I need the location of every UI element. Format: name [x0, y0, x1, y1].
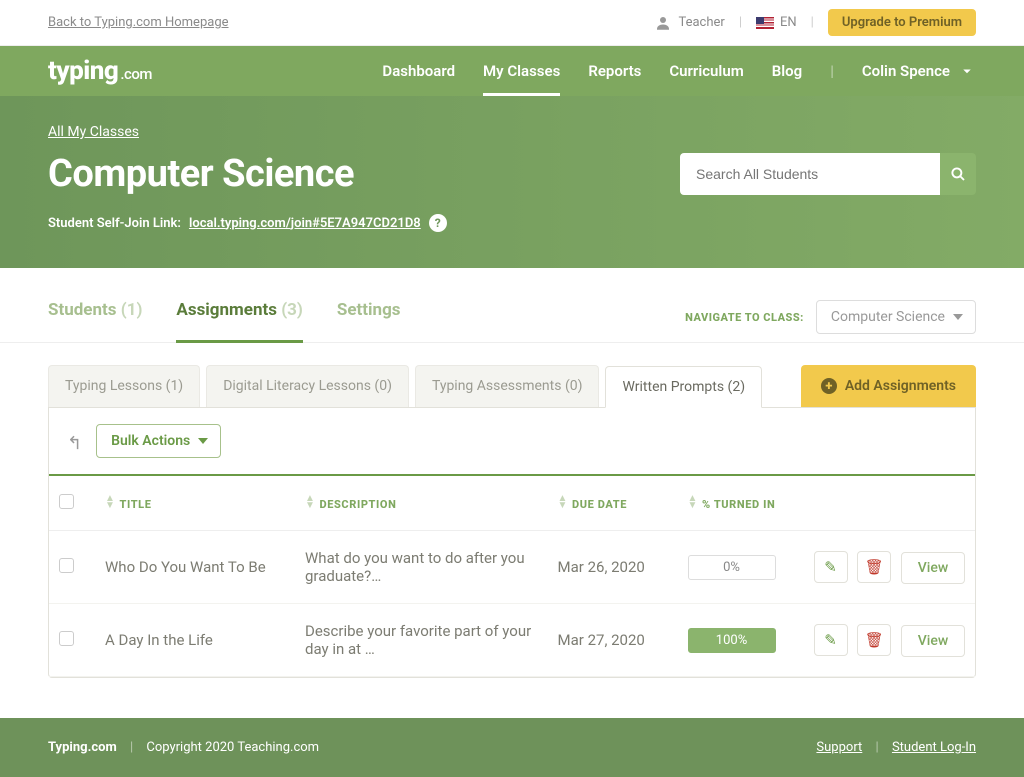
assignments-table: ▲▼TITLE ▲▼DESCRIPTION ▲▼DUE DATE ▲▼% TUR… [49, 474, 975, 677]
student-search [680, 153, 976, 195]
caret-down-icon [958, 62, 976, 80]
row-desc: What do you want to do after you graduat… [295, 531, 548, 604]
edit-button[interactable]: ✎ [814, 624, 848, 656]
col-desc[interactable]: DESCRIPTION [320, 498, 397, 511]
tab-count: (1) [121, 300, 143, 320]
language-switch[interactable]: EN [756, 15, 797, 30]
trash-icon: 🗑 [865, 631, 884, 649]
footer-brand: Typing.com [48, 740, 117, 755]
teacher-label[interactable]: Teacher [654, 14, 724, 32]
sort-icon[interactable]: ▲▼ [105, 495, 116, 509]
section-tabs: Students (1) Assignments (3) Settings NA… [0, 268, 1024, 343]
tab-label: Students [48, 300, 117, 320]
sep-icon: | [130, 740, 133, 755]
plus-icon: + [821, 378, 837, 394]
footer-login-link[interactable]: Student Log-In [892, 740, 976, 755]
tab-count: (3) [281, 300, 303, 320]
subtab-typing-assessments[interactable]: Typing Assessments (0) [415, 365, 600, 407]
join-label: Student Self-Join Link: [48, 216, 181, 231]
search-button[interactable] [940, 153, 976, 195]
nav-dashboard[interactable]: Dashboard [382, 46, 455, 96]
subtab-digital-literacy[interactable]: Digital Literacy Lessons (0) [206, 365, 409, 407]
view-button[interactable]: View [901, 625, 965, 657]
pencil-icon: ✎ [824, 558, 837, 576]
row-due: Mar 27, 2020 [548, 604, 678, 677]
table-row: A Day In the Life Describe your favorite… [49, 604, 975, 677]
sort-icon[interactable]: ▲▼ [688, 495, 699, 509]
logo-suffix: .com [120, 65, 152, 83]
join-link[interactable]: local.typing.com/join#5E7A947CD21D8 [189, 216, 421, 231]
trash-icon: 🗑 [865, 558, 884, 576]
search-icon [949, 165, 967, 183]
footer-support-link[interactable]: Support [816, 740, 862, 755]
sep-icon: | [830, 62, 834, 80]
add-assignments-button[interactable]: + Add Assignments [801, 365, 976, 407]
table-row: Who Do You Want To Be What do you want t… [49, 531, 975, 604]
nav-class-label: NAVIGATE TO CLASS: [685, 311, 804, 324]
footer: Typing.com | Copyright 2020 Teaching.com… [0, 718, 1024, 777]
tab-students[interactable]: Students (1) [48, 292, 142, 342]
row-desc: Describe your favorite part of your day … [295, 604, 548, 677]
delete-button[interactable]: 🗑 [857, 551, 891, 583]
col-due[interactable]: DUE DATE [572, 498, 627, 511]
main-nav: typing .com Dashboard My Classes Reports… [0, 46, 1024, 96]
col-title[interactable]: TITLE [120, 498, 152, 511]
pencil-icon: ✎ [824, 631, 837, 649]
upgrade-button[interactable]: Upgrade to Premium [828, 9, 976, 36]
class-select-value: Computer Science [831, 309, 945, 325]
view-button[interactable]: View [901, 552, 965, 584]
select-all-checkbox[interactable] [59, 494, 74, 509]
edit-button[interactable]: ✎ [814, 551, 848, 583]
bulk-arrow-icon: ↲ [67, 431, 82, 452]
row-title: Who Do You Want To Be [95, 531, 295, 604]
assignments-panel: Typing Lessons (1) Digital Literacy Less… [48, 365, 976, 678]
sort-icon[interactable]: ▲▼ [305, 495, 316, 509]
help-icon[interactable]: ? [429, 214, 447, 232]
row-pct: 0% [688, 555, 776, 580]
breadcrumb-link[interactable]: All My Classes [48, 124, 139, 140]
class-select[interactable]: Computer Science [816, 300, 976, 334]
col-pct[interactable]: % TURNED IN [702, 498, 775, 511]
tab-label: Settings [337, 300, 401, 320]
us-flag-icon [756, 17, 774, 29]
nav-blog[interactable]: Blog [772, 46, 802, 96]
utility-bar: Back to Typing.com Homepage Teacher | EN… [0, 0, 1024, 46]
add-button-label: Add Assignments [845, 378, 956, 394]
subtab-written-prompts[interactable]: Written Prompts (2) [605, 366, 762, 408]
user-name: Colin Spence [862, 62, 950, 80]
bulk-actions-select[interactable]: Bulk Actions [96, 424, 221, 458]
row-checkbox[interactable] [59, 558, 74, 573]
person-icon [654, 14, 672, 32]
search-input[interactable] [680, 153, 940, 195]
nav-curriculum[interactable]: Curriculum [669, 46, 743, 96]
row-title: A Day In the Life [95, 604, 295, 677]
lang-text: EN [780, 15, 797, 30]
class-navigator: NAVIGATE TO CLASS: Computer Science [685, 300, 976, 334]
back-home-link[interactable]: Back to Typing.com Homepage [48, 15, 229, 30]
row-pct: 100% [688, 628, 776, 653]
delete-button[interactable]: 🗑 [857, 624, 891, 656]
nav-reports[interactable]: Reports [588, 46, 641, 96]
nav-user-menu[interactable]: Colin Spence [862, 46, 976, 96]
teacher-text: Teacher [678, 15, 724, 30]
sep-icon: | [811, 15, 814, 30]
row-checkbox[interactable] [59, 631, 74, 646]
page-title: Computer Science [48, 152, 354, 196]
sep-icon: | [739, 15, 742, 30]
logo-text: typing [48, 56, 118, 86]
bulk-row: ↲ Bulk Actions [49, 408, 975, 474]
sort-icon[interactable]: ▲▼ [558, 495, 569, 509]
bulk-label: Bulk Actions [111, 433, 190, 449]
footer-copy: Copyright 2020 Teaching.com [146, 740, 319, 755]
tab-label: Assignments [176, 300, 277, 320]
class-hero: All My Classes Computer Science Student … [0, 96, 1024, 268]
row-due: Mar 26, 2020 [548, 531, 678, 604]
nav-my-classes[interactable]: My Classes [483, 46, 560, 96]
tab-assignments[interactable]: Assignments (3) [176, 292, 302, 342]
tab-settings[interactable]: Settings [337, 292, 401, 342]
self-join-row: Student Self-Join Link: local.typing.com… [48, 214, 976, 232]
logo[interactable]: typing .com [48, 56, 152, 86]
subtab-typing-lessons[interactable]: Typing Lessons (1) [48, 365, 200, 407]
sep-icon: | [876, 740, 879, 755]
